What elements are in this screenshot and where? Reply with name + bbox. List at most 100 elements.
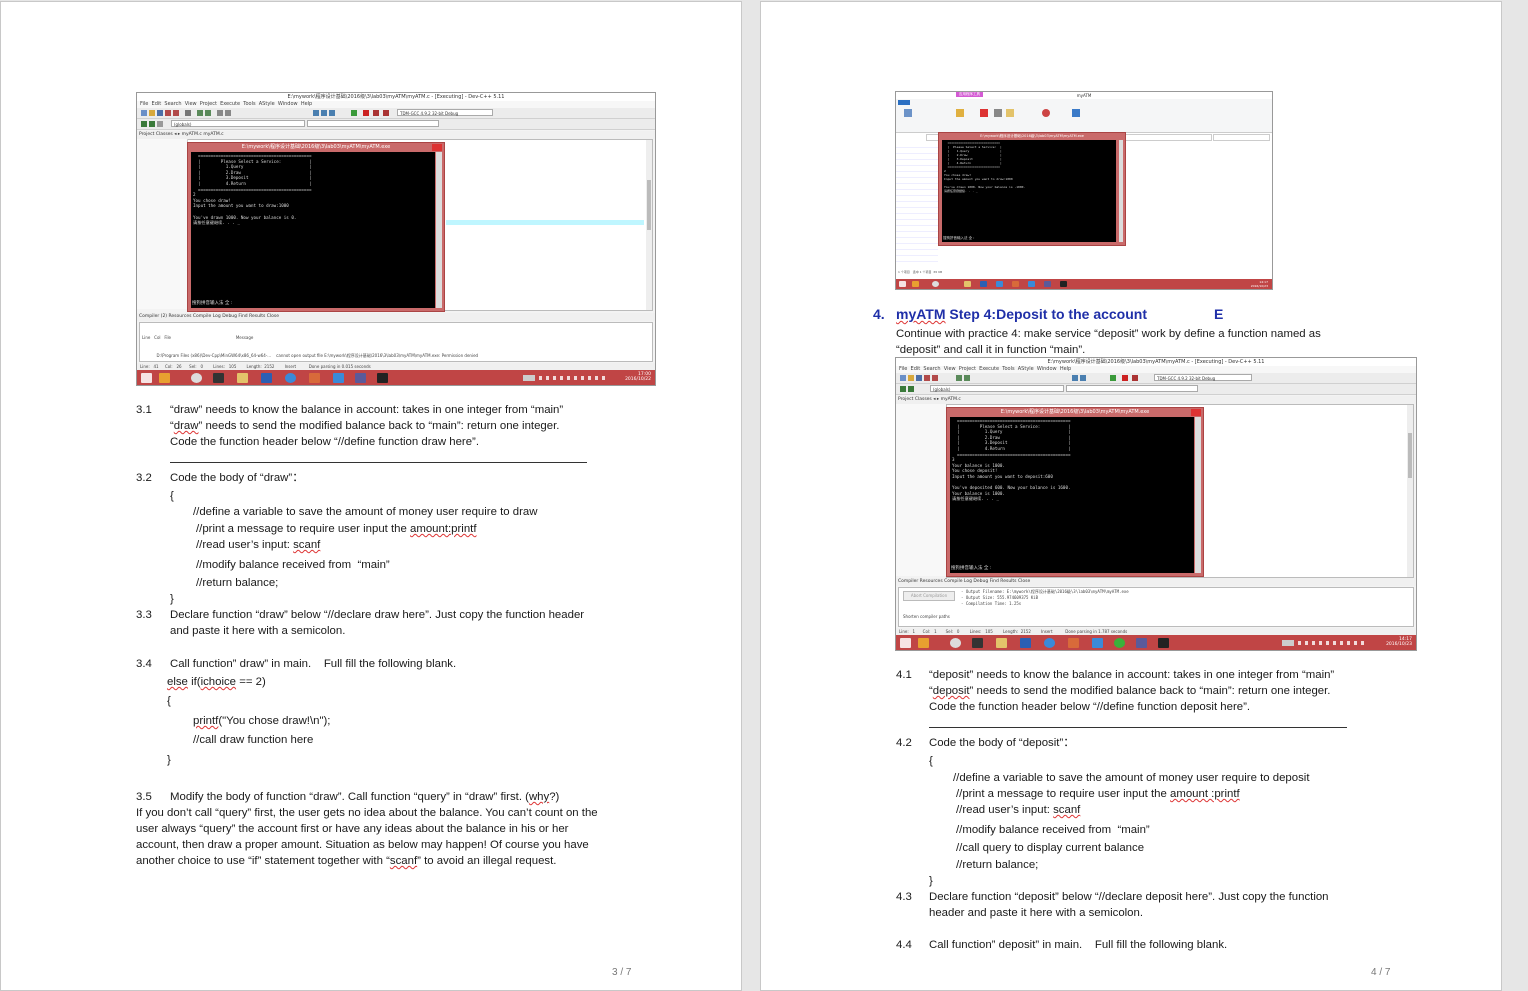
folder-icon[interactable] [996,638,1007,648]
ime-status: 搜狗拼音输入法 全 : [951,566,992,571]
devcpp-icon[interactable] [355,373,366,383]
console-task-icon[interactable] [1158,638,1169,648]
editor-tabs[interactable]: Project Classes ◂ ▸ myATM.c [896,396,1416,404]
console-scrollbar[interactable] [1195,417,1201,573]
undo-icon [197,110,203,116]
close-file-icon [932,375,938,381]
bottom-tabs[interactable]: Compiler Resources Compile Log Debug Fin… [896,578,1416,586]
compile-log: Abort Compilation Shorten compiler paths… [898,587,1414,627]
chrome-icon[interactable] [191,373,202,383]
devcpp-icon[interactable] [1044,281,1051,287]
find-icon [217,110,223,116]
chrome-icon[interactable] [950,638,961,648]
powerpoint-icon[interactable] [309,373,320,383]
editor-scrollbar[interactable] [1407,405,1413,577]
code-line: } [929,875,933,887]
close-icon[interactable] [432,144,442,151]
stop-icon [1122,375,1128,381]
powerpoint-icon[interactable] [1012,281,1019,287]
console-output: ============================= | Please S… [942,140,1116,242]
delete-icon[interactable] [980,109,988,117]
code-line: { [929,755,933,767]
select-all-icon[interactable] [1072,109,1080,117]
ime-icon[interactable] [918,638,929,648]
save-all-icon [924,375,930,381]
powerpoint-icon[interactable] [1068,638,1079,648]
new-folder-icon[interactable] [1006,109,1014,117]
paragraph-line: Declare function “draw” below “//declare… [170,609,585,621]
app-icon[interactable] [1028,281,1035,287]
folder-icon[interactable] [964,281,971,287]
arrow-icon[interactable] [213,373,224,383]
globals-select[interactable]: (globals) [930,385,1064,392]
debug-icon [1132,375,1138,381]
start-icon[interactable] [141,373,152,383]
app-icon[interactable] [1092,638,1103,648]
properties-icon[interactable] [1042,109,1050,117]
editor-tabs[interactable]: Project Classes ◂ ▸ myATM.c myATM.c [137,131,655,139]
paragraph-line: user always “query” the account first or… [136,823,569,835]
new-file-icon [141,110,147,116]
code-comment: //call query to display current balance [956,842,1145,854]
editor-scrollbar[interactable] [646,140,652,310]
section-heading: myATM Step 4:Deposit to the account [896,306,1147,322]
search-box[interactable] [1213,134,1270,141]
console-task-icon[interactable] [1060,281,1067,287]
project-pane [896,404,947,576]
start-icon[interactable] [900,638,911,648]
code-comment: //define a variable to save the amount o… [193,506,538,518]
console-scrollbar[interactable] [436,152,442,308]
paragraph-line: If you don’t call “query” first, the use… [136,807,598,819]
paragraph-line: Code the body of “deposit”： [929,737,1075,749]
word-icon[interactable] [1020,638,1031,648]
unindent-icon [908,386,914,392]
new-file-icon [900,375,906,381]
compiler-select[interactable]: TDM-GCC 4.9.2 32-bit Debug [397,109,493,116]
rename-icon[interactable] [994,109,1002,117]
app-icon[interactable] [333,373,344,383]
members-select[interactable] [1066,385,1198,392]
media-icon[interactable] [285,373,296,383]
section-number: 4.1 [896,669,912,681]
code-line: else if(ichoice == 2) [167,676,266,688]
close-icon[interactable] [1191,409,1201,416]
section-number: 3.1 [136,404,152,416]
code-line: printf("You chose draw!\n"); [193,715,331,727]
answer-blank-line [170,462,587,463]
clock-date: 2016/10/23 [1250,284,1268,288]
devcpp-icon[interactable] [1136,638,1147,648]
abort-compilation-button[interactable]: Abort Compilation [903,591,955,601]
console-task-icon[interactable] [377,373,388,383]
section-heading-number: 4. [873,306,885,322]
media-icon[interactable] [996,281,1003,287]
indent-icon [141,121,147,127]
code-line: { [167,695,171,707]
folder-icon[interactable] [237,373,248,383]
ime-icon[interactable] [159,373,170,383]
media-icon[interactable] [1044,638,1055,648]
console-scrollbar[interactable] [1119,140,1123,242]
print-icon [185,110,191,116]
ime-icon[interactable] [912,281,919,287]
shorten-paths-checkbox[interactable]: Shorten compiler paths [903,614,950,620]
wechat-icon[interactable] [1114,638,1125,648]
undo-icon [956,375,962,381]
globals-select[interactable]: (globals) [171,120,305,127]
ribbon-context-tab: 应用程序工具 [956,92,983,97]
file-tab[interactable] [898,100,910,105]
arrow-icon[interactable] [972,638,983,648]
compiler-select[interactable]: TDM-GCC 4.9.2 32-bit Debug [1154,374,1252,381]
chrome-icon[interactable] [932,281,939,287]
word-icon[interactable] [980,281,987,287]
members-select[interactable] [307,120,439,127]
move-icon[interactable] [956,109,964,117]
explorer-screenshot: myATM 应用程序工具 E:\mywork\程序设计基础\2016级\3\la… [895,91,1273,290]
word-icon[interactable] [261,373,272,383]
window-title: E:\mywork\程序设计基础\2016级\3\lab03\myATM\myA… [137,93,655,101]
bookmark-icon [157,121,163,127]
copy-icon[interactable] [904,109,912,117]
start-icon[interactable] [899,281,906,287]
bottom-tabs[interactable]: Compiler (2) Resources Compile Log Debug… [137,313,655,321]
open-icon [149,110,155,116]
section-number: 3.5 [136,791,152,803]
